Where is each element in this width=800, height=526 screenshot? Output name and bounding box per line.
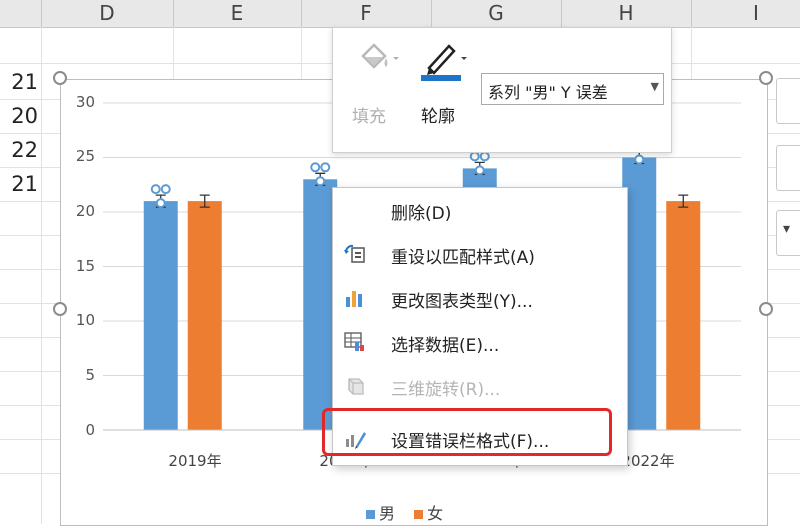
y-tick-label: 30 — [75, 93, 95, 111]
chart-filter-button[interactable]: ▾ — [776, 210, 800, 256]
error-bar-selection-handle[interactable] — [474, 165, 485, 176]
bar-female-3[interactable] — [666, 201, 701, 430]
pen-outline-icon — [421, 44, 467, 81]
chart-styles-button[interactable] — [776, 145, 800, 191]
error-bar-selection-handle[interactable] — [320, 162, 331, 173]
menu-item-reset-style[interactable]: 重设以匹配样式(A) — [333, 232, 627, 276]
fill-button[interactable] — [355, 40, 399, 80]
column-header-f[interactable]: F — [301, 0, 431, 27]
chart-type-icon — [346, 291, 362, 307]
cell-value[interactable]: 21 — [0, 70, 38, 94]
menu-item-label: 选择数据(E)... — [391, 336, 500, 356]
y-tick-label: 10 — [75, 311, 95, 329]
resize-handle-top-left[interactable] — [53, 71, 67, 85]
chart-elements-button[interactable] — [776, 78, 800, 124]
cell-value[interactable]: 20 — [0, 104, 38, 128]
column-header-i[interactable]: I — [691, 0, 800, 27]
error-bar-selection-handle[interactable] — [150, 184, 161, 195]
error-bar-selection-handle[interactable] — [160, 184, 171, 195]
column-header-d[interactable]: D — [41, 0, 173, 27]
column-header-bar: D E F G H I — [0, 0, 800, 28]
y-tick-label: 0 — [85, 421, 95, 439]
error-bar-selection-handle[interactable] — [310, 162, 321, 173]
column-header-e[interactable]: E — [173, 0, 301, 27]
legend-swatch-female — [414, 510, 424, 519]
y-tick-label: 15 — [75, 257, 95, 275]
error-bar-selection-handle[interactable] — [469, 151, 480, 162]
fill-label: 填充 — [352, 107, 386, 127]
highlight-annotation — [322, 408, 612, 456]
menu-item-3d-rotation: 三维旋转(R)... — [333, 364, 627, 408]
menu-item-label: 更改图表类型(Y)... — [391, 292, 533, 312]
chart-element-select[interactable]: 系列 "男" Y 误差 ▼ — [481, 73, 664, 105]
dropdown-arrow-icon: ▼ — [650, 80, 659, 93]
outline-button[interactable] — [419, 38, 469, 82]
format-mini-toolbar: 填充 轮廓 系列 "男" Y 误差 ▼ — [332, 27, 672, 153]
bar-female-0[interactable] — [187, 201, 222, 430]
menu-item-label: 三维旋转(R)... — [391, 380, 501, 400]
error-bar-selection-handle[interactable] — [155, 198, 166, 209]
paint-bucket-icon — [361, 43, 399, 69]
select-data-icon — [344, 332, 364, 351]
menu-item-label: 删除(D) — [391, 204, 452, 224]
x-tick-label: 2019年 — [168, 452, 222, 470]
resize-handle-top-right[interactable] — [759, 71, 773, 85]
column-header-g[interactable]: G — [431, 0, 561, 27]
menu-item-change-chart-type[interactable]: 更改图表类型(Y)... — [333, 276, 627, 320]
chevron-down-icon: ▾ — [783, 221, 791, 237]
column-header-h[interactable]: H — [561, 0, 691, 27]
y-tick-label: 20 — [75, 202, 95, 220]
y-tick-label: 5 — [85, 366, 95, 384]
cell-value[interactable]: 22 — [0, 138, 38, 162]
cell-value[interactable]: 21 — [0, 172, 38, 196]
legend-label-female: 女 — [427, 504, 444, 523]
menu-item-label: 重设以匹配样式(A) — [391, 248, 535, 268]
chart-legend[interactable]: 男 女 — [366, 500, 443, 524]
legend-label-male: 男 — [379, 504, 396, 523]
error-bar-selection-handle[interactable] — [479, 151, 490, 162]
chart-element-select-value: 系列 "男" Y 误差 — [488, 83, 608, 102]
y-tick-label: 25 — [75, 147, 95, 165]
resize-handle-middle-left[interactable] — [53, 302, 67, 316]
error-bar-selection-handle[interactable] — [634, 154, 645, 165]
bar-male-0[interactable] — [143, 201, 178, 430]
3d-rotation-icon — [348, 378, 364, 395]
reset-style-icon — [344, 244, 365, 263]
menu-item-delete[interactable]: 删除(D) — [333, 188, 627, 232]
legend-swatch-male — [366, 510, 375, 519]
grid-line — [41, 27, 42, 524]
error-bar-selection-handle[interactable] — [315, 176, 326, 187]
outline-label: 轮廓 — [421, 107, 455, 127]
menu-item-select-data[interactable]: 选择数据(E)... — [333, 320, 627, 364]
resize-handle-middle-right[interactable] — [759, 302, 773, 316]
